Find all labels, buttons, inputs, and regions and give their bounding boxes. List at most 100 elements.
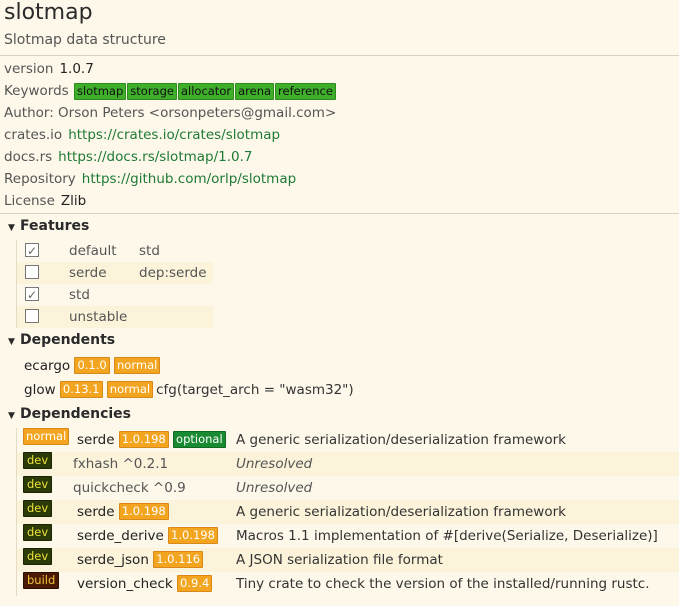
dependency-row[interactable]: dev serde 1.0.198 A generic serialization/… xyxy=(17,500,679,524)
keywords-label: Keywords xyxy=(4,83,69,99)
features-toggle[interactable]: ▼ Features xyxy=(4,215,679,240)
keyword-badge[interactable]: storage xyxy=(127,83,177,100)
meta-section: version 1.0.7 Keywords slotmap storage allo… xyxy=(4,58,679,212)
crates-row: crates.io https://crates.io/crates/slotma… xyxy=(4,124,679,146)
page-title: slotmap xyxy=(4,0,93,25)
checkbox-icon[interactable] xyxy=(25,240,39,262)
dependency-row[interactable]: normal serde 1.0.198 optional A generic se… xyxy=(17,428,679,452)
kind-badge: normal xyxy=(23,428,70,445)
version-badge: 0.13.1 xyxy=(59,381,103,398)
kind-badge: dev xyxy=(23,548,53,565)
keywords-list: slotmap storage allocator arena reference xyxy=(73,83,336,100)
dependency-row[interactable]: dev fxhash ^0.2.1 Unresolved xyxy=(17,452,679,476)
dependent-row[interactable]: glow 0.13.1 normal cfg(target_arch = "was… xyxy=(4,378,679,402)
author-row: Author: Orson Peters <orsonpeters@gmail.… xyxy=(4,102,679,124)
version-badge: 0.9.4 xyxy=(177,575,213,592)
feature-row: unstable xyxy=(17,306,213,328)
checkbox-icon[interactable] xyxy=(25,309,39,323)
dependency-description: Unresolved xyxy=(236,456,313,472)
dependency-name-group: fxhash ^0.2.1 xyxy=(73,452,168,476)
crates-label: crates.io xyxy=(4,127,63,143)
keyword-badge[interactable]: reference xyxy=(275,83,336,100)
triangle-down-icon: ▼ xyxy=(8,411,15,421)
features-heading: Features xyxy=(20,218,90,234)
docs-link[interactable]: https://docs.rs/slotmap/1.0.7 xyxy=(58,149,252,165)
dependency-name-group: quickcheck ^0.9 xyxy=(73,476,186,500)
keyword-badge[interactable]: slotmap xyxy=(74,83,127,100)
version-value: 1.0.7 xyxy=(59,61,94,77)
keyword-badge[interactable]: allocator xyxy=(177,83,235,100)
docs-label: docs.rs xyxy=(4,149,53,165)
version-label: version xyxy=(4,61,54,77)
license-row: License Zlib xyxy=(4,190,679,212)
dependent-name[interactable]: glow xyxy=(24,382,56,398)
dependency-name-group: serde 1.0.198 optional xyxy=(77,428,226,452)
triangle-down-icon: ▼ xyxy=(8,223,15,233)
license-value: Zlib xyxy=(60,193,87,209)
dependency-description: Unresolved xyxy=(236,480,313,496)
keywords-row: Keywords slotmap storage allocator arena ref… xyxy=(4,80,679,102)
dependency-name[interactable]: serde xyxy=(77,432,115,448)
dependency-name-group: serde_derive 1.0.198 xyxy=(77,524,218,548)
dependency-name[interactable]: serde_json xyxy=(77,552,149,568)
repository-link[interactable]: https://github.com/orlp/slotmap xyxy=(82,171,296,187)
kind-badge: dev xyxy=(23,452,53,469)
version-row: version 1.0.7 xyxy=(4,58,679,80)
version-badge: 1.0.198 xyxy=(118,503,169,520)
version-badge: 1.0.198 xyxy=(118,431,169,448)
dependency-description: Tiny crate to check the version of the i… xyxy=(236,576,650,592)
dependencies-list: normal serde 1.0.198 optional A generic se… xyxy=(16,428,679,596)
dependents-list: ecargo 0.1.0 normal glow 0.13.1 normal cfg… xyxy=(4,354,679,402)
feature-value: std xyxy=(139,243,160,259)
dependency-name[interactable]: serde_derive xyxy=(77,528,164,544)
kind-badge: normal xyxy=(114,357,161,374)
dependency-name-group: serde_json 1.0.116 xyxy=(77,548,204,572)
checkbox-icon[interactable] xyxy=(25,265,39,279)
feature-row: serde dep:serde xyxy=(17,262,213,284)
dependency-name[interactable]: serde xyxy=(77,504,115,520)
dependents-toggle[interactable]: ▼ Dependents xyxy=(4,329,679,354)
version-badge: 1.0.198 xyxy=(168,527,218,544)
dependency-row[interactable]: build version_check 0.9.4 Tiny crate to ch… xyxy=(17,572,679,596)
feature-row: std xyxy=(17,284,679,306)
crates-link[interactable]: https://crates.io/crates/slotmap xyxy=(68,127,280,143)
dependency-name-group: serde 1.0.198 xyxy=(77,500,169,524)
feature-name: std xyxy=(69,287,90,303)
dependency-name[interactable]: fxhash ^0.2.1 xyxy=(73,456,168,472)
triangle-down-icon: ▼ xyxy=(8,337,15,347)
dependency-name-group: version_check 0.9.4 xyxy=(77,572,213,596)
checkbox-icon[interactable] xyxy=(25,284,39,306)
docs-row: docs.rs https://docs.rs/slotmap/1.0.7 xyxy=(4,146,679,168)
author-text: Author: Orson Peters <orsonpeters@gmail.… xyxy=(4,105,337,121)
cfg-text: cfg(target_arch = "wasm32") xyxy=(156,382,354,398)
dependency-description: A generic serialization/deserialization … xyxy=(236,504,566,520)
dependent-name[interactable]: ecargo xyxy=(24,358,70,374)
optional-badge: optional xyxy=(173,431,226,448)
page-subtitle: Slotmap data structure xyxy=(4,32,166,48)
kind-badge: build xyxy=(23,572,60,589)
dependency-name[interactable]: quickcheck ^0.9 xyxy=(73,480,186,496)
dependent-row[interactable]: ecargo 0.1.0 normal xyxy=(4,354,679,378)
dependency-row[interactable]: dev quickcheck ^0.9 Unresolved xyxy=(17,476,679,500)
dependency-row[interactable]: dev serde_json 1.0.116 A JSON serializatio… xyxy=(17,548,679,572)
dependencies-heading: Dependencies xyxy=(20,406,132,422)
dependency-row[interactable]: dev serde_derive 1.0.198 Macros 1.1 implem… xyxy=(17,524,679,548)
feature-value: dep:serde xyxy=(139,265,207,281)
keyword-badge[interactable]: arena xyxy=(235,83,275,100)
feature-name: default xyxy=(69,243,117,259)
repository-label: Repository xyxy=(4,171,76,187)
dependencies-toggle[interactable]: ▼ Dependencies xyxy=(4,403,679,428)
dependency-description: Macros 1.1 implementation of #[derive(Se… xyxy=(236,528,658,544)
divider xyxy=(0,55,679,56)
dependents-heading: Dependents xyxy=(20,332,116,348)
version-badge: 0.1.0 xyxy=(74,357,110,374)
feature-name: unstable xyxy=(69,309,128,325)
divider xyxy=(0,213,679,214)
kind-badge: normal xyxy=(106,381,154,398)
dependency-description: A JSON serialization file format xyxy=(236,552,443,568)
dependency-description: A generic serialization/deserialization … xyxy=(236,432,566,448)
features-list: default std serde dep:serde std unstable xyxy=(16,240,679,328)
kind-badge: dev xyxy=(23,500,53,517)
crate-page: slotmap Slotmap data structure version 1.… xyxy=(0,0,679,596)
dependency-name[interactable]: version_check xyxy=(77,576,173,592)
